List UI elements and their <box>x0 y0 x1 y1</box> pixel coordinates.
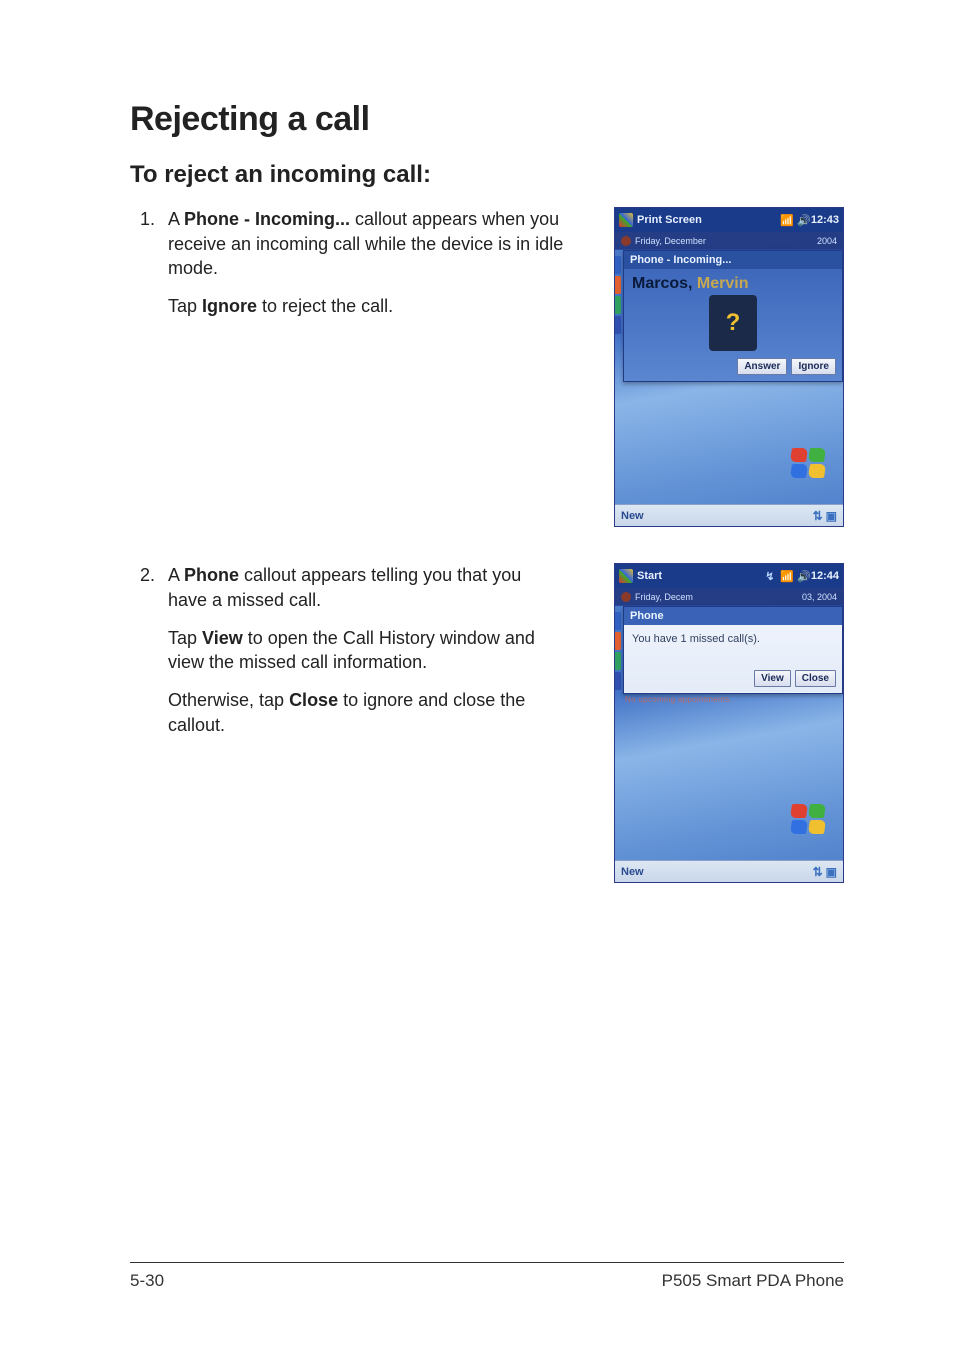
pda2-date-right: 03, 2004 <box>802 592 837 602</box>
start-flag-icon[interactable] <box>619 213 633 227</box>
step-1: 1. A Phone - Incoming... callout appears… <box>130 207 844 527</box>
volume-icon: 🔊 <box>797 569 811 583</box>
pda-1: Print Screen 📶 🔊 12:43 Friday, December … <box>614 207 844 527</box>
pda1-time: 12:43 <box>811 214 839 226</box>
pda1-date-left: Friday, December <box>635 236 706 246</box>
start-flag-icon[interactable] <box>619 569 633 583</box>
question-mark-icon: ? <box>726 309 741 337</box>
pda-2: Start ↯ 📶 🔊 12:44 Friday, Decem 03, 2004 <box>614 563 844 883</box>
pda1-bottombar: New ⇅ ▣ <box>615 504 843 526</box>
ignore-button[interactable]: Ignore <box>791 358 836 375</box>
signal-icon: 📶 <box>780 569 794 583</box>
pda1-dateline: Friday, December 2004 <box>615 232 843 250</box>
incoming-call-callout: Phone - Incoming... Marcos, Mervin ? Ans… <box>623 250 843 382</box>
missed-call-callout: Phone You have 1 missed call(s). View Cl… <box>623 606 843 694</box>
step-2-line1-prefix: A <box>168 565 184 585</box>
pda2-titlebar: Start ↯ 📶 🔊 12:44 <box>615 564 843 588</box>
step-2-text: 2. A Phone callout appears telling you t… <box>130 563 564 751</box>
owner-icon <box>621 236 631 246</box>
caller-avatar: ? <box>709 295 757 351</box>
view-button[interactable]: View <box>754 670 791 687</box>
sip-icon[interactable]: ▣ <box>826 865 837 879</box>
connection-icon[interactable]: ⇅ <box>813 509 823 523</box>
footer-page-number: 5-30 <box>130 1271 164 1291</box>
signal-icon: 📶 <box>780 213 794 227</box>
page-footer: 5-30 P505 Smart PDA Phone <box>130 1262 844 1291</box>
caller-name: Marcos, Mervin <box>624 269 842 293</box>
pda2-new-button[interactable]: New <box>621 866 644 878</box>
step-2-line2-prefix: Tap <box>168 628 202 648</box>
step-2-number: 2. <box>140 563 168 587</box>
answer-button[interactable]: Answer <box>737 358 787 375</box>
pda1-title: Print Screen <box>637 214 702 226</box>
missed-call-text: You have 1 missed call(s). <box>624 625 842 653</box>
missed-callout-title: Phone <box>624 607 842 625</box>
step-2-screenshot: Start ↯ 📶 🔊 12:44 Friday, Decem 03, 2004 <box>614 563 844 883</box>
no-upcoming-appointments: No upcoming appointments. <box>625 692 833 704</box>
caller-first: Marcos, <box>632 275 697 292</box>
owner-icon <box>621 592 631 602</box>
step-1-line2-suffix: to reject the call. <box>257 296 393 316</box>
step-1-screenshot: Print Screen 📶 🔊 12:43 Friday, December … <box>614 207 844 527</box>
step-2-line1-bold: Phone <box>184 565 239 585</box>
step-1-line2-prefix: Tap <box>168 296 202 316</box>
pda2-date-left: Friday, Decem <box>635 592 693 602</box>
step-2-line3-bold: Close <box>289 690 338 710</box>
pda2-sidebar-tabs <box>615 612 621 702</box>
step-1-line2-bold: Ignore <box>202 296 257 316</box>
close-button[interactable]: Close <box>795 670 836 687</box>
pda1-titlebar: Print Screen 📶 🔊 12:43 <box>615 208 843 232</box>
step-2: 2. A Phone callout appears telling you t… <box>130 563 844 883</box>
sip-icon[interactable]: ▣ <box>826 509 837 523</box>
pda2-dateline: Friday, Decem 03, 2004 <box>615 588 843 606</box>
pda2-bottombar: New ⇅ ▣ <box>615 860 843 882</box>
pda1-date-right: 2004 <box>817 236 837 246</box>
step-1-text: 1. A Phone - Incoming... callout appears… <box>130 207 564 332</box>
step-1-number: 1. <box>140 207 168 231</box>
windows-logo-icon <box>791 448 831 488</box>
page-heading: Rejecting a call <box>130 100 844 139</box>
page-subheading: To reject an incoming call: <box>130 161 844 189</box>
pda1-new-button[interactable]: New <box>621 510 644 522</box>
footer-product-name: P505 Smart PDA Phone <box>662 1271 844 1291</box>
step-2-line2-bold: View <box>202 628 243 648</box>
volume-icon: 🔊 <box>797 213 811 227</box>
caller-last: Mervin <box>697 275 749 292</box>
windows-logo-icon <box>791 804 831 844</box>
pda2-title[interactable]: Start <box>637 570 662 582</box>
step-2-line3-prefix: Otherwise, tap <box>168 690 289 710</box>
connection-icon[interactable]: ⇅ <box>813 865 823 879</box>
incoming-callout-title: Phone - Incoming... <box>624 251 842 269</box>
missed-call-icon[interactable]: ↯ <box>763 569 777 583</box>
pda1-sidebar-tabs <box>615 256 621 346</box>
step-1-line1-bold: Phone - Incoming... <box>184 209 350 229</box>
step-1-line1-prefix: A <box>168 209 184 229</box>
pda2-time: 12:44 <box>811 570 839 582</box>
